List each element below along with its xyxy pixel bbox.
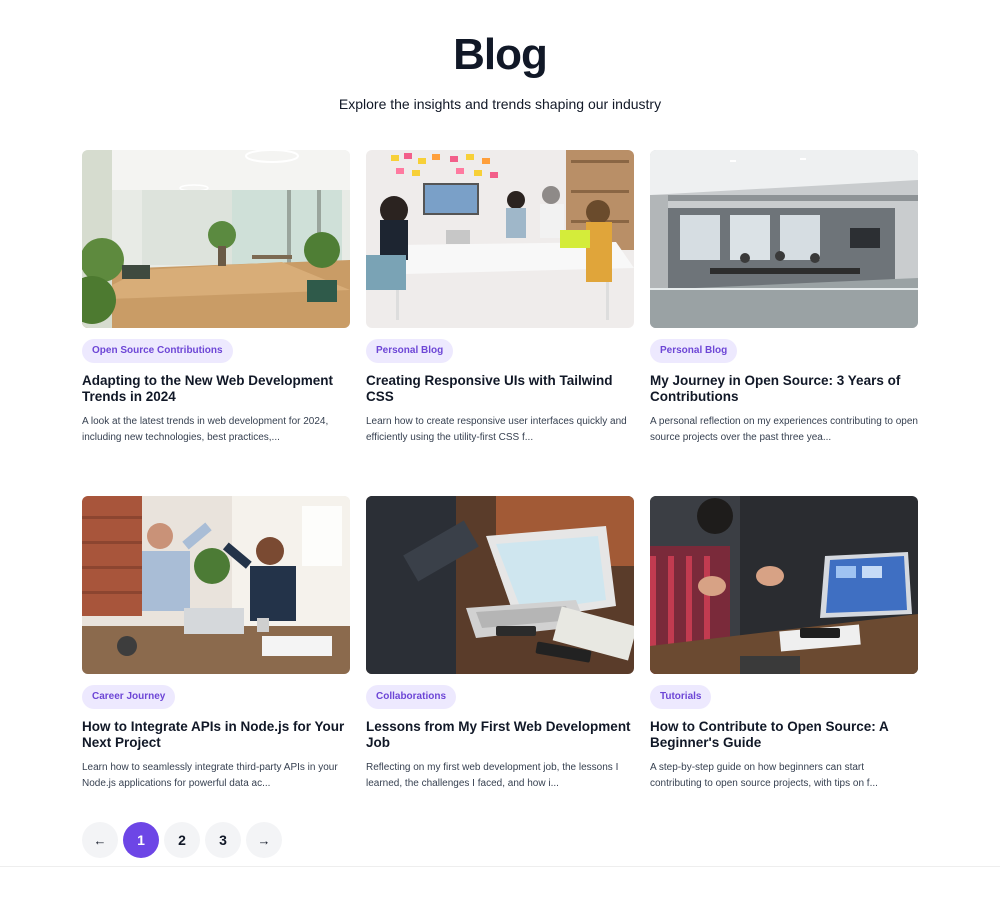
- page-3-button[interactable]: 3: [205, 822, 241, 858]
- post-title[interactable]: How to Contribute to Open Source: A Begi…: [650, 719, 918, 751]
- post-image-conference-room[interactable]: [650, 150, 918, 328]
- post-category-tag[interactable]: Open Source Contributions: [82, 339, 233, 363]
- post-title[interactable]: Creating Responsive UIs with Tailwind CS…: [366, 373, 634, 405]
- next-page-button[interactable]: →: [246, 822, 282, 858]
- post-title[interactable]: How to Integrate APIs in Node.js for You…: [82, 719, 350, 751]
- blog-header: Blog Explore the insights and trends sha…: [0, 0, 1000, 112]
- post-image-open-office[interactable]: [82, 150, 350, 328]
- blog-card[interactable]: Career Journey How to Integrate APIs in …: [82, 496, 350, 842]
- page-subtitle: Explore the insights and trends shaping …: [338, 96, 662, 112]
- post-excerpt: Learn how to create responsive user inte…: [366, 416, 627, 443]
- blog-post-grid: Open Source Contributions Adapting to th…: [82, 150, 918, 842]
- post-title[interactable]: My Journey in Open Source: 3 Years of Co…: [650, 373, 918, 405]
- blog-card[interactable]: Tutorials How to Contribute to Open Sour…: [650, 496, 918, 842]
- pagination: ← 1 2 3 →: [82, 822, 282, 858]
- post-category-tag[interactable]: Tutorials: [650, 685, 712, 709]
- post-title[interactable]: Lessons from My First Web Development Jo…: [366, 719, 634, 751]
- post-excerpt: Reflecting on my first web development j…: [366, 762, 619, 789]
- post-category-tag[interactable]: Personal Blog: [650, 339, 738, 363]
- post-category-tag[interactable]: Career Journey: [82, 685, 176, 709]
- post-image-team-meeting[interactable]: [366, 150, 634, 328]
- post-image-high-five[interactable]: [82, 496, 350, 674]
- post-category-tag[interactable]: Personal Blog: [366, 339, 454, 363]
- post-excerpt: A look at the latest trends in web devel…: [82, 416, 329, 443]
- post-title[interactable]: Adapting to the New Web Development Tren…: [82, 373, 350, 405]
- blog-card[interactable]: Collaborations Lessons from My First Web…: [366, 496, 634, 842]
- post-excerpt: Learn how to seamlessly integrate third-…: [82, 762, 338, 789]
- post-image-laptop-desk[interactable]: [366, 496, 634, 674]
- previous-page-button[interactable]: ←: [82, 822, 118, 858]
- blog-card[interactable]: Personal Blog My Journey in Open Source:…: [650, 150, 918, 496]
- page-2-button[interactable]: 2: [164, 822, 200, 858]
- page-title: Blog: [453, 30, 548, 79]
- post-image-discussion-laptop[interactable]: [650, 496, 918, 674]
- post-category-tag[interactable]: Collaborations: [366, 685, 457, 709]
- blog-card[interactable]: Open Source Contributions Adapting to th…: [82, 150, 350, 496]
- post-excerpt: A personal reflection on my experiences …: [650, 416, 918, 443]
- post-excerpt: A step-by-step guide on how beginners ca…: [650, 762, 878, 789]
- page-1-button[interactable]: 1: [123, 822, 159, 858]
- footer-divider: [0, 866, 1000, 867]
- blog-card[interactable]: Personal Blog Creating Responsive UIs wi…: [366, 150, 634, 496]
